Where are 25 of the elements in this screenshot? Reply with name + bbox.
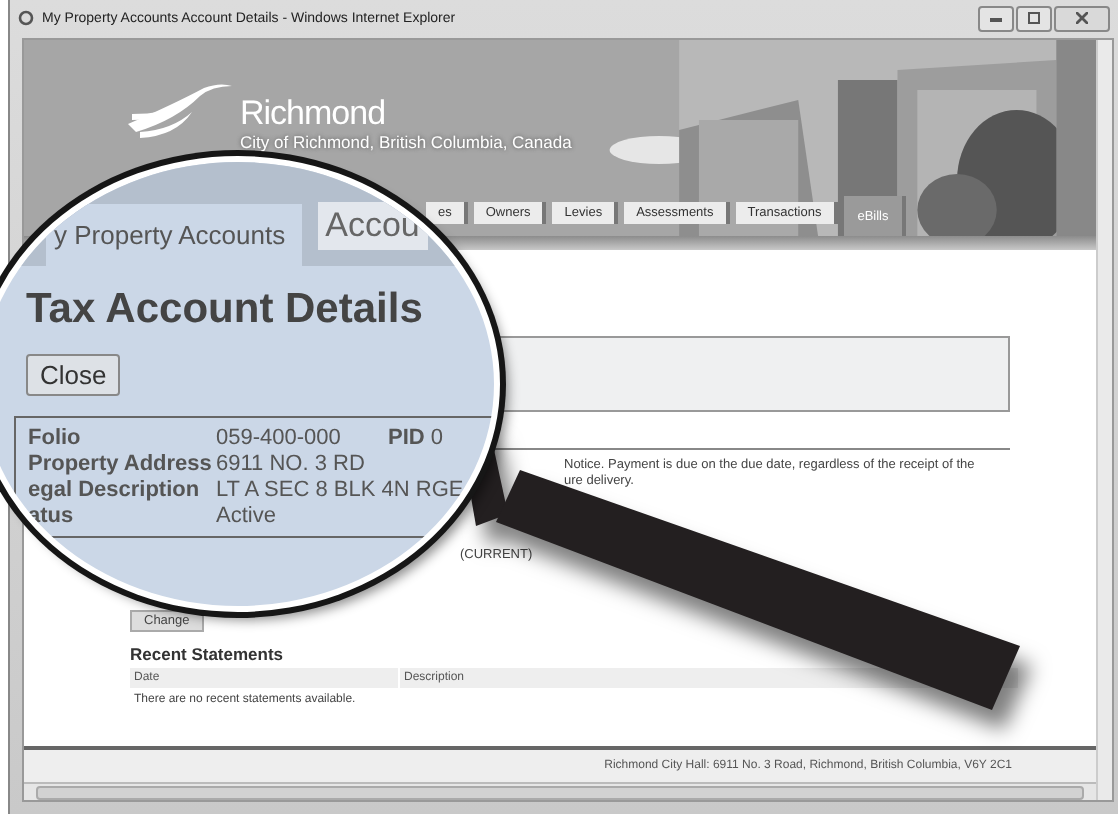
minimize-icon [990, 14, 1002, 22]
scrollbar-thumb[interactable] [36, 785, 1084, 799]
bird-logo-icon [124, 80, 232, 140]
minimize-button[interactable] [978, 5, 1014, 31]
account-tab[interactable]: y Property Accounts [46, 204, 302, 266]
detail-label: Folio [28, 426, 83, 450]
close-icon [1076, 12, 1088, 24]
detail-value: Active [216, 504, 278, 528]
account-tab[interactable]: Accou [317, 202, 428, 250]
close-page-button[interactable]: Close [26, 354, 121, 396]
maximize-icon [1028, 12, 1040, 24]
vertical-scrollbar[interactable] [1096, 40, 1112, 800]
detail-value: LT A SEC 8 BLK 4N RGE [216, 478, 466, 502]
detail-label: Property Address [28, 452, 214, 476]
detail-value: 6911 NO. 3 RD [216, 452, 367, 476]
maximize-button[interactable] [1016, 5, 1052, 31]
page-heading: Tax Account Details [26, 286, 423, 334]
section-heading: Recent Statements [130, 644, 284, 664]
browser-icon [18, 10, 34, 26]
site-subtitle: City of Richmond, British Columbia, Canada [240, 132, 572, 152]
site-title: Richmond [240, 96, 388, 132]
close-button[interactable] [1054, 5, 1110, 31]
detail-label: egal Description [28, 478, 202, 502]
detail-value: 059-400-000 [216, 426, 343, 450]
pid-text: PID 0 [388, 426, 446, 450]
